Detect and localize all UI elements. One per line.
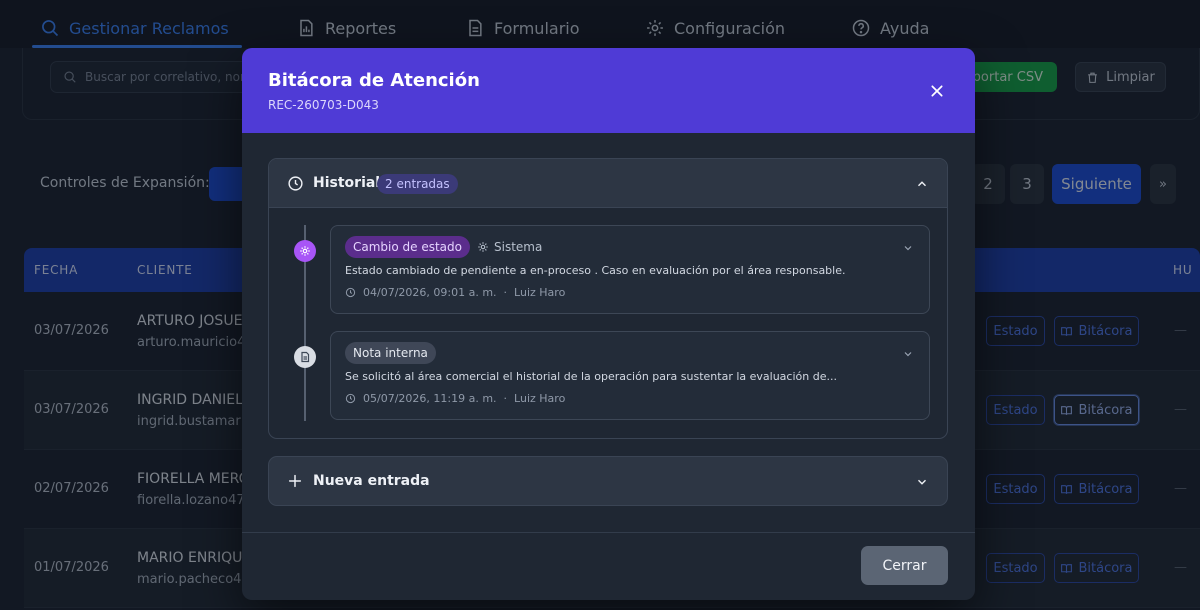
modal-title: Bitácora de Atención (268, 70, 480, 91)
entry-meta: 05/07/2026, 11:19 a. m. · Luiz Haro (345, 392, 565, 405)
new-entry-label: Nueva entrada (313, 473, 430, 489)
close-button[interactable] (925, 79, 949, 103)
document-icon (301, 351, 310, 363)
entry-actor-label: Sistema (494, 240, 543, 254)
close-modal-button[interactable]: Cerrar (861, 546, 948, 585)
history-entry[interactable]: Cambio de estado Sistema Estado cambiado… (330, 225, 930, 314)
gear-icon (478, 242, 488, 252)
bitacora-modal: Bitácora de Atención REC-260703-D043 His… (242, 48, 975, 600)
close-icon (931, 85, 943, 97)
chevron-down-icon (918, 479, 926, 485)
chevron-up-icon (918, 181, 926, 187)
entry-separator: · (503, 392, 508, 405)
history-entry[interactable]: Nota interna Se solicitó al área comerci… (330, 331, 930, 420)
history-header[interactable]: Historial 2 entradas (269, 159, 947, 208)
entry-separator: · (503, 286, 508, 299)
entry-text: Se solicitó al área comercial el histori… (345, 370, 837, 383)
chevron-down-icon (904, 352, 912, 357)
entry-meta: 04/07/2026, 09:01 a. m. · Luiz Haro (345, 286, 565, 299)
modal-footer-divider (242, 532, 975, 533)
history-title: Historial (313, 175, 381, 191)
app-page: Gestionar Reclamos Reportes Formulario C… (0, 0, 1200, 610)
timeline-dot-status (294, 240, 316, 262)
timeline-dot-note (294, 346, 316, 368)
entry-text: Estado cambiado de pendiente a en-proces… (345, 264, 846, 277)
clock-icon (288, 176, 303, 191)
clock-icon (345, 287, 356, 298)
history-section: Historial 2 entradas Cambio de estado Si… (268, 158, 948, 439)
plus-icon (288, 474, 302, 488)
entry-timestamp: 05/07/2026, 11:19 a. m. (363, 392, 497, 405)
entry-author: Luiz Haro (514, 392, 566, 405)
entry-type-badge: Cambio de estado (345, 236, 470, 258)
entry-actor: Sistema (477, 240, 542, 254)
gear-icon (300, 246, 310, 256)
clock-icon (345, 393, 356, 404)
new-entry-section[interactable]: Nueva entrada (268, 456, 948, 506)
modal-header: Bitácora de Atención REC-260703-D043 (242, 48, 975, 133)
history-count-badge: 2 entradas (377, 174, 458, 194)
entry-type-badge: Nota interna (345, 342, 436, 364)
chevron-down-icon (904, 246, 912, 251)
modal-case-id: REC-260703-D043 (268, 98, 379, 112)
entry-timestamp: 04/07/2026, 09:01 a. m. (363, 286, 497, 299)
entry-author: Luiz Haro (514, 286, 566, 299)
